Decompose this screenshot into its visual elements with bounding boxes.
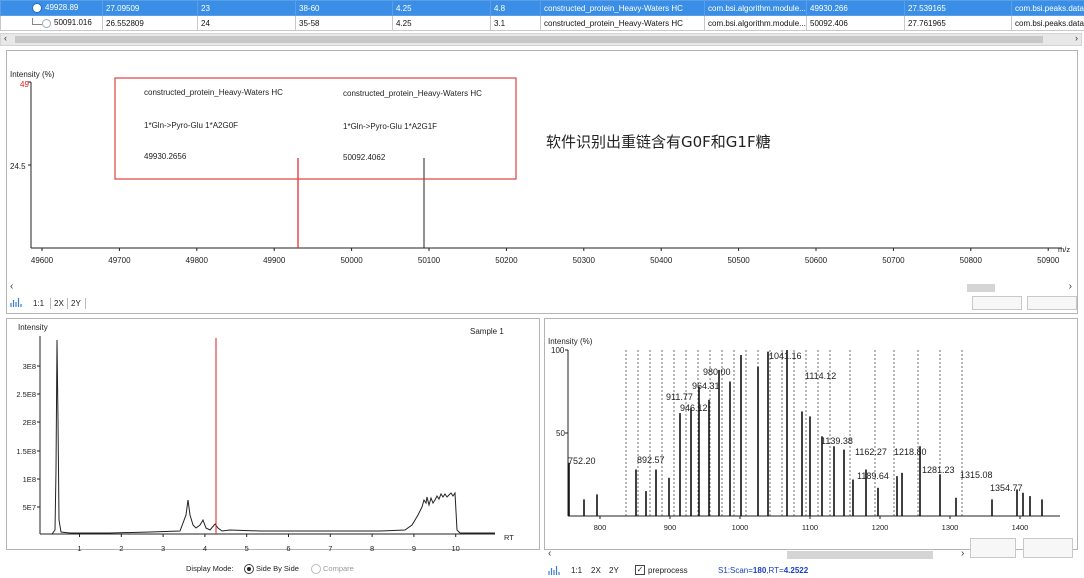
scrollbar-thumb[interactable] (787, 551, 933, 559)
scroll-left-icon[interactable]: ‹ (548, 548, 551, 559)
ms-xtick-label: 1000 (732, 523, 749, 532)
ms-peak-label: 1281.23 (922, 465, 955, 475)
ms-xtick-label: 900 (664, 523, 677, 532)
scan-prefix: S1:Scan= (718, 566, 753, 575)
preprocess-label[interactable]: preprocess (648, 566, 688, 575)
ms-y100: 100 (551, 346, 565, 355)
preprocess-checkbox[interactable]: ✓ (635, 565, 645, 575)
ms-peak-label: 1041.16 (769, 351, 802, 361)
ms-peak-label: 911.77 (666, 392, 693, 402)
ms-peak-label: 1218.80 (894, 447, 927, 457)
toolbar-button[interactable] (1023, 538, 1073, 558)
ms-spectrum-chart: Intensity (%) 100 50 800 900 1000 1100 1200 1… (548, 337, 1060, 532)
ms-annotation-guides (625, 350, 963, 516)
toolbar-button[interactable] (970, 538, 1016, 558)
ms-peak-label: 752.20 (568, 456, 596, 466)
ms-y50: 50 (556, 429, 565, 438)
zoom-1to1-button[interactable]: 1:1 (571, 566, 582, 575)
rt-prefix: ,RT= (766, 566, 784, 575)
ms-chart-scrollbar[interactable]: ‹ › (545, 538, 1075, 560)
scroll-right-icon[interactable]: › (961, 548, 964, 559)
ms-xtick-label: 1100 (802, 523, 818, 532)
zoom-2x-button[interactable]: 2X (591, 566, 601, 575)
ms-xtick-label: 800 (594, 523, 607, 532)
ms-peak-label: 964.31 (692, 381, 720, 391)
rt-value: 4.2522 (783, 566, 809, 575)
ms-peak-label: 1354.77 (990, 483, 1023, 493)
ms-peak-label: 1189.64 (857, 471, 889, 481)
ms-xtick-label: 1200 (872, 523, 889, 532)
ms-peak-label: 980.00 (703, 367, 731, 377)
ms-peak-label: 1162.27 (855, 447, 887, 457)
spectrum-icon[interactable] (548, 565, 560, 576)
ms-peak-label: 1139.38 (821, 436, 853, 446)
ms-chart-toolbar: 1:1 2X 2Y ✓ preprocess S1:Scan=180,RT=4.… (545, 563, 1075, 577)
scan-value: 180 (752, 566, 767, 575)
ms-peak-label: 892.57 (637, 455, 665, 465)
zoom-2y-button[interactable]: 2Y (609, 566, 619, 575)
ms-ylabel: Intensity (%) (548, 337, 593, 346)
ms-peak-label: 1315.08 (960, 470, 993, 480)
ms-peak-label: 1114.12 (805, 371, 836, 381)
scan-info: S1:Scan=180,RT=4.2522 (718, 566, 808, 575)
ms-xtick-label: 1300 (942, 523, 959, 532)
ms-xtick-label: 1400 (1012, 523, 1029, 532)
ms-x-ticks: 800 900 1000 1100 1200 1300 1400 (594, 516, 1029, 532)
ms-peak-label: 946.12 (680, 403, 708, 413)
